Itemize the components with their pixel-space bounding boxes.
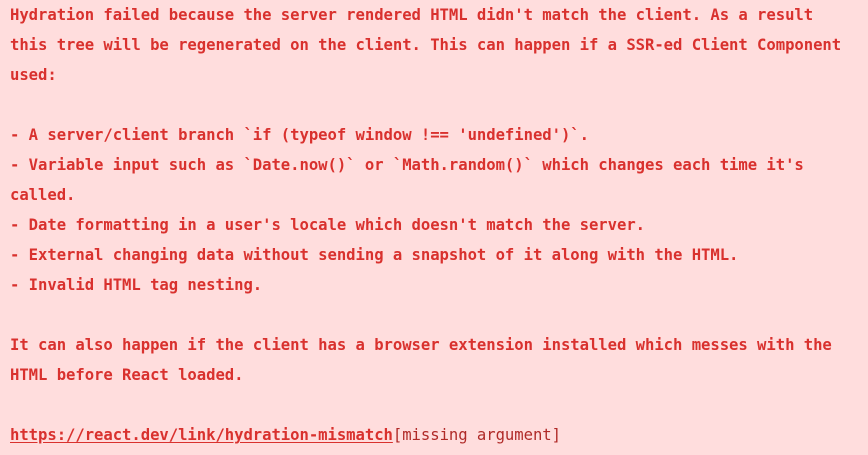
list-item: - Date formatting in a user's locale whi… [10,216,646,234]
hydration-mismatch-link[interactable]: https://react.dev/link/hydration-mismatc… [10,426,393,444]
error-intro: Hydration failed because the server rend… [10,6,842,84]
list-item: - Invalid HTML tag nesting. [10,276,263,294]
missing-argument-text: [missing argument] [392,426,561,444]
extension-note: It can also happen if the client has a b… [10,336,832,384]
list-item: - A server/client branch `if (typeof win… [10,126,589,144]
cause-list: - A server/client branch `if (typeof win… [10,120,858,300]
docs-line: https://react.dev/link/hydration-mismatc… [10,420,858,450]
list-item: - External changing data without sending… [10,246,739,264]
hydration-error-panel: Hydration failed because the server rend… [0,0,868,455]
list-item: - Variable input such as `Date.now()` or… [10,156,804,204]
